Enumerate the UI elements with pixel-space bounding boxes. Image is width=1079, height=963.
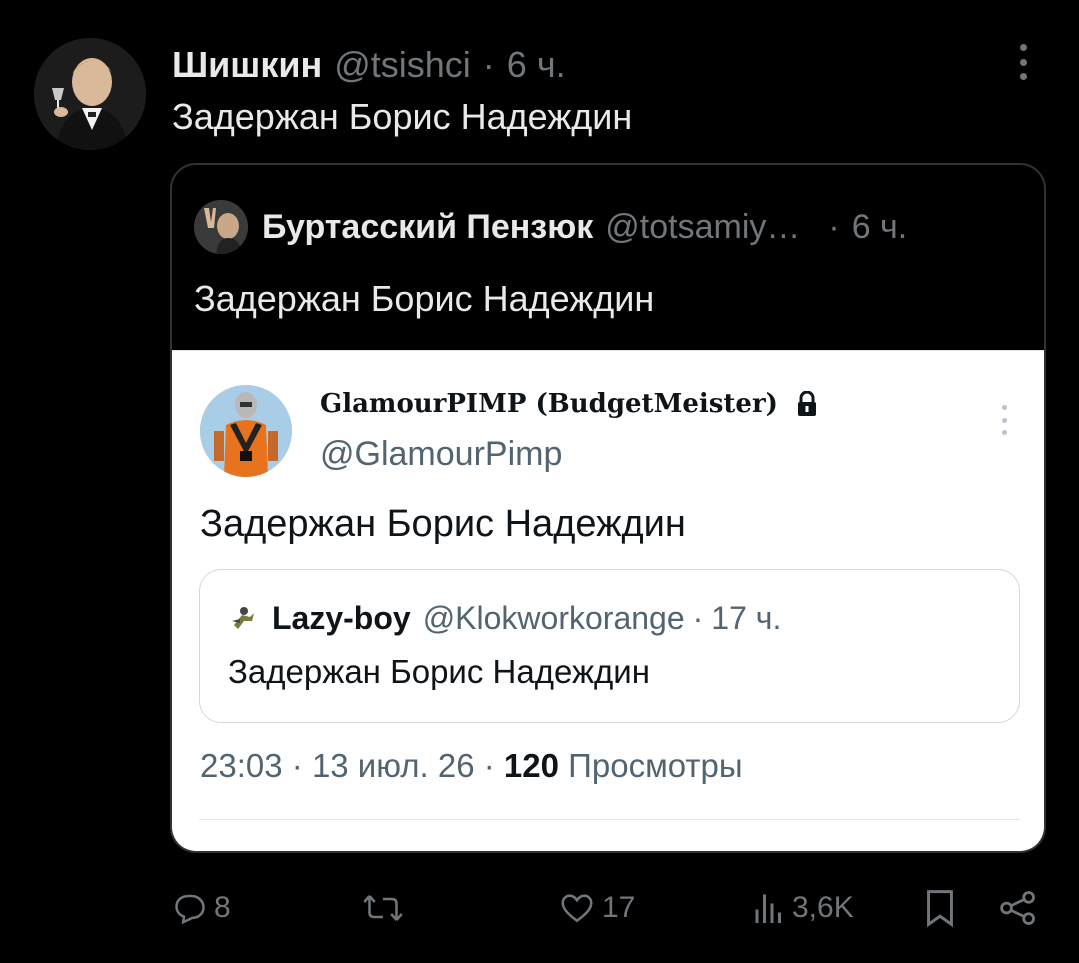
- retweet-icon: [363, 895, 403, 921]
- inner-quote-author-avatar: [228, 603, 258, 633]
- share-button[interactable]: [998, 885, 1038, 931]
- tweet-header: Шишкин @tsishci · 6 ч.: [172, 40, 566, 90]
- meta-views-count: 120: [503, 747, 559, 784]
- screenshot-author-avatar: [200, 385, 292, 477]
- tweet-page: Шишкин @tsishci · 6 ч. Задержан Борис На…: [0, 0, 1079, 963]
- screenshot-author-handle: @GlamourPimp: [320, 435, 563, 473]
- embedded-screenshot: GlamourPIMP (BudgetMeister) @GlamourPimp…: [172, 350, 1044, 851]
- inner-quote-separator: ·: [692, 599, 704, 636]
- bookmark-button[interactable]: [922, 885, 958, 931]
- quoted-author-name: Буртасский Пензюк: [262, 207, 594, 246]
- inner-quote-time: 17 ч.: [711, 599, 782, 636]
- author-handle[interactable]: @tsishci: [334, 45, 471, 85]
- meta-views-label: Просмотры: [568, 747, 743, 784]
- like-button[interactable]: 17: [558, 885, 635, 931]
- reply-icon: [175, 894, 205, 925]
- quoted-tweet-card[interactable]: Буртасский Пензюк @totsamiy… · 6 ч. Заде…: [170, 163, 1046, 853]
- reply-count: 8: [214, 891, 231, 924]
- meta-date: 13 июл. 26: [311, 747, 475, 784]
- quoted-separator-dot: ·: [828, 207, 840, 246]
- inner-quote-author-name: Lazy-boy: [272, 599, 411, 636]
- inner-quote-author-handle: @Klokworkorange: [422, 599, 685, 636]
- meta-time: 23:03: [200, 747, 283, 784]
- quoted-tweet-text: Задержан Борис Надеждин: [194, 278, 655, 319]
- tweet-time[interactable]: 6 ч.: [507, 45, 566, 85]
- inner-quote-text: Задержан Борис Надеждин: [228, 653, 650, 690]
- screenshot-meta: 23:03 · 13 июл. 26 · 120 Просмотры: [200, 747, 743, 785]
- lock-icon: [797, 391, 816, 416]
- author-avatar[interactable]: [34, 38, 146, 150]
- bookmark-icon: [927, 890, 953, 928]
- screenshot-divider: [199, 819, 1020, 820]
- inner-quote-header: Lazy-boy @Klokworkorange · 17 ч.: [228, 596, 781, 640]
- more-icon[interactable]: [1008, 42, 1038, 82]
- screenshot-tweet-text: Задержан Борис Надеждин: [200, 503, 686, 545]
- quoted-tweet-header: Буртасский Пензюк @totsamiy… · 6 ч.: [194, 199, 907, 255]
- author-name[interactable]: Шишкин: [172, 45, 322, 85]
- views-icon: [755, 894, 781, 923]
- meta-separator: ·: [483, 747, 495, 784]
- like-count: 17: [602, 891, 636, 924]
- reply-button[interactable]: 8: [172, 885, 231, 931]
- retweet-button[interactable]: [362, 885, 404, 931]
- like-icon: [561, 894, 593, 923]
- quoted-author-handle: @totsamiy…: [605, 207, 801, 246]
- quoted-author-avatar: [194, 200, 248, 254]
- screenshot-author-name: GlamourPIMP (BudgetMeister): [320, 389, 818, 419]
- views-count: 3,6K: [792, 891, 854, 924]
- share-icon: [1000, 891, 1035, 925]
- screenshot-more-icon: [994, 405, 1014, 435]
- quoted-tweet-time: 6 ч.: [851, 207, 908, 246]
- separator-dot: ·: [482, 44, 495, 85]
- meta-separator: ·: [291, 747, 303, 784]
- tweet-text: Задержан Борис Надеждин: [172, 96, 633, 137]
- views-button[interactable]: 3,6K: [752, 885, 854, 931]
- inner-quote-card: Lazy-boy @Klokworkorange · 17 ч. Задержа…: [199, 569, 1020, 723]
